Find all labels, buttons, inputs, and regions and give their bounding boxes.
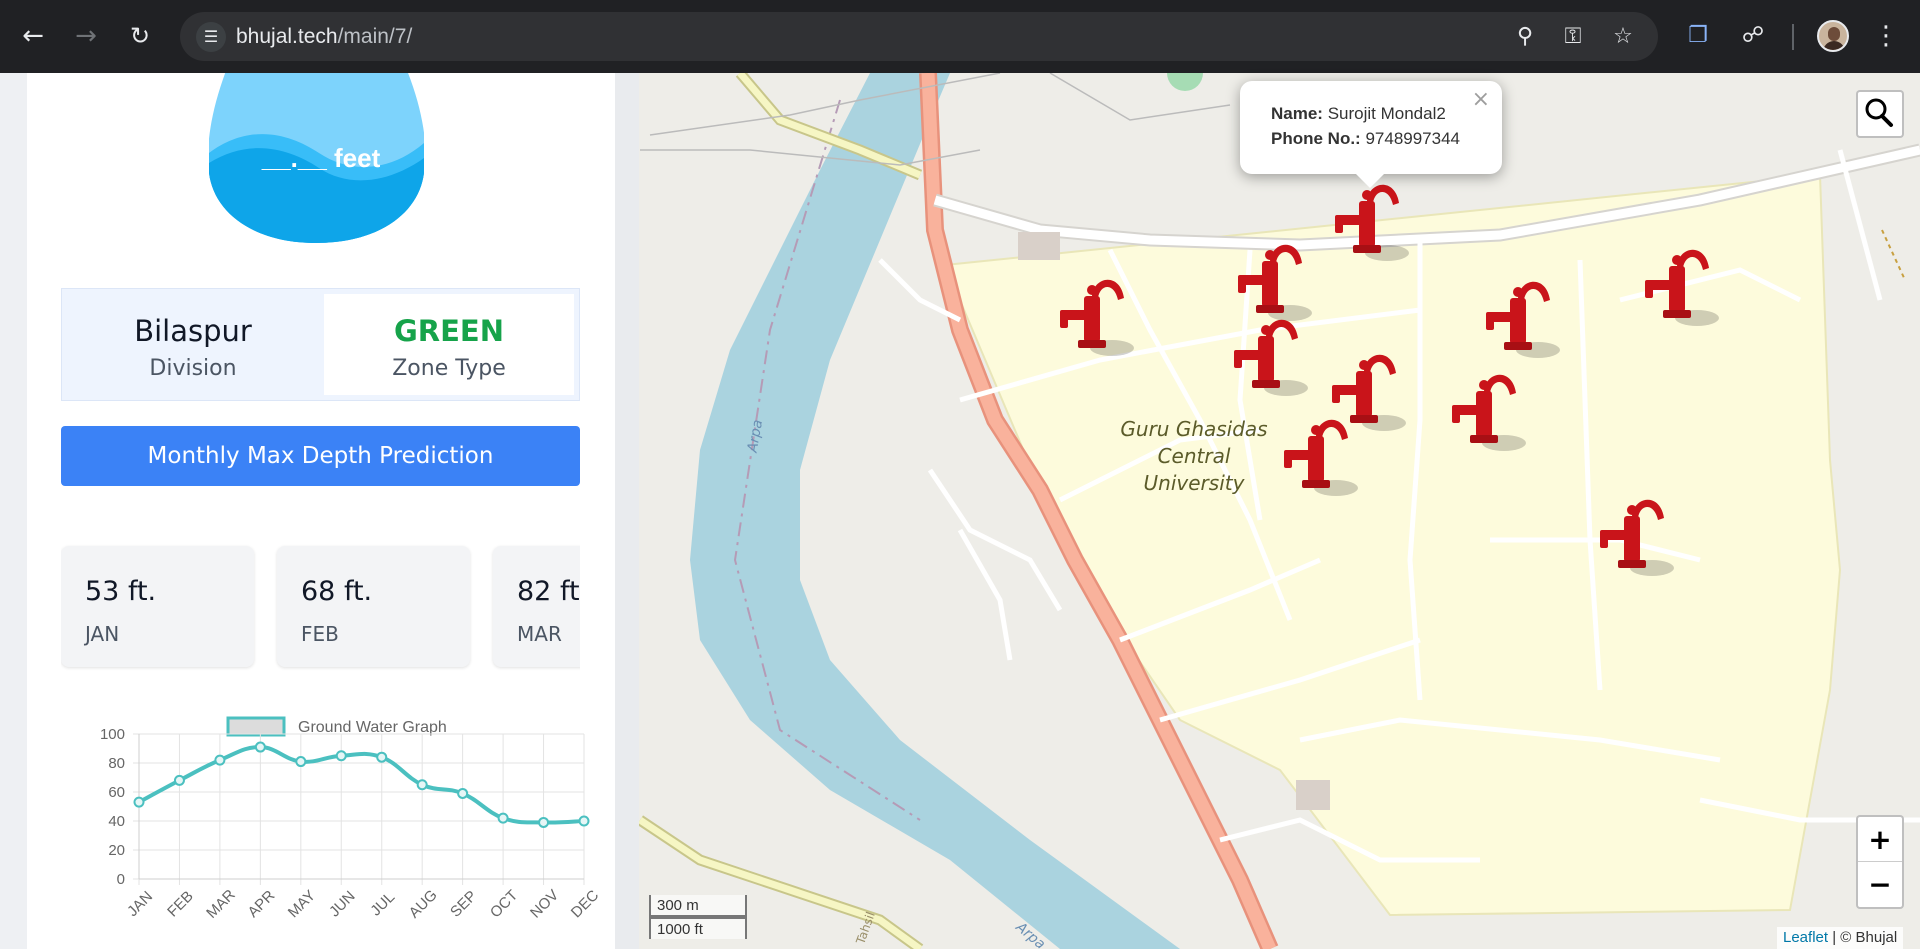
puzzle-extension-icon[interactable]: ☍ [1737,20,1769,52]
month-card: 53 ft. JAN [61,546,254,667]
forward-icon[interactable]: → [68,18,104,54]
data-point [173,774,185,786]
hand-pump-marker-icon[interactable] [1284,419,1358,496]
month-card-label: JAN [85,622,120,646]
browser-toolbar: ← → ↻ ☰ bhujal.tech/main/7/ ⚲ ⚿ ☆ ❐ ☍ ⋮ [0,0,1920,73]
data-point [497,812,509,824]
page-margin [0,73,27,949]
x-tick-label: JUN [326,888,359,921]
panel-divider [615,73,639,949]
data-point [457,787,469,799]
x-tick-label: JUL [367,889,398,920]
scale-imperial: 1000 ft [649,917,747,939]
scale-metric: 300 m [649,895,747,917]
leaflet-link[interactable]: Leaflet [1783,929,1828,946]
x-tick-label: JAN [124,888,156,920]
location-pin-icon[interactable]: ⚲ [1510,22,1540,52]
browser-menu-icon[interactable]: ⋮ [1870,20,1902,52]
hand-pump-marker-icon[interactable] [1332,354,1406,431]
popup-tip [1354,172,1386,188]
data-point [214,754,226,766]
marker-popup: Name: Surojit Mondal2 Phone No.: 9748997… [1240,81,1502,174]
x-tick-label: SEP [447,887,480,920]
data-point [578,815,590,827]
popup-name-row: Name: Surojit Mondal2 [1271,104,1446,123]
toolbar-divider [1792,24,1794,50]
data-point [133,796,145,808]
y-tick-label: 100 [100,726,125,743]
password-key-icon[interactable]: ⚿ [1558,22,1588,52]
x-tick-label: DEC [568,887,603,922]
month-card-value: 53 ft. [85,576,157,607]
url-text[interactable]: bhujal.tech/main/7/ [236,25,412,49]
x-tick-label: MAR [203,886,239,922]
profile-avatar[interactable] [1817,20,1849,52]
month-card: 68 ft. FEB [277,546,470,667]
legend-swatch [226,716,286,737]
zoom-control: + − [1856,815,1904,909]
hand-pump-marker-icon[interactable] [1234,319,1308,396]
y-tick-label: 0 [117,871,125,888]
popup-close-button[interactable]: × [1472,87,1490,112]
map-scale: 300 m 1000 ft [649,895,747,939]
data-point [295,756,307,768]
pump-markers [1060,184,1719,576]
month-card-value: 68 ft. [301,576,373,607]
clipboard-extension-icon[interactable]: ❐ [1682,20,1714,52]
month-card-label: MAR [517,622,562,646]
x-tick-label: FEB [164,888,197,921]
legend-label: Ground Water Graph [298,719,447,736]
data-point [538,816,550,828]
data-point [376,751,388,763]
map-view[interactable]: Guru Ghasidas Central University Arpa Ar… [639,73,1920,949]
month-card: 82 ft. MAR [493,546,580,667]
reload-icon[interactable]: ↻ [122,18,158,54]
month-card-label: FEB [301,622,339,646]
hand-pump-marker-icon[interactable] [1452,374,1526,451]
data-point [254,741,266,753]
y-tick-label: 20 [108,842,125,859]
search-icon [1865,98,1893,127]
x-tick-label: APR [245,887,279,921]
x-tick-label: MAY [285,887,319,921]
map-search-button[interactable] [1856,90,1904,138]
site-info-icon[interactable]: ☰ [196,22,226,52]
map-attribution: Leaflet | © Bhujal [1777,927,1904,949]
x-tick-label: NOV [527,887,562,922]
popup-phone-row: Phone No.: 9748997344 [1271,129,1460,148]
zoom-out-button[interactable]: − [1858,862,1902,907]
y-tick-label: 40 [108,813,125,830]
y-tick-label: 80 [108,755,125,772]
attribution-text: | © Bhujal [1828,929,1898,946]
hand-pump-marker-icon[interactable] [1335,184,1409,261]
zoom-in-button[interactable]: + [1858,817,1902,862]
hand-pump-marker-icon[interactable] [1060,279,1134,356]
address-bar[interactable]: ☰ bhujal.tech/main/7/ ⚲ ⚿ ☆ [180,12,1658,61]
series-line [138,745,585,825]
data-point [335,750,347,762]
x-tick-label: AUG [406,887,441,922]
data-point [416,779,428,791]
y-tick-label: 60 [108,784,125,801]
month-card-value: 82 ft. [517,576,580,607]
hand-pump-marker-icon[interactable] [1600,499,1674,576]
ground-water-chart: Ground Water Graph020406080100JAN FEB MAR A… [100,716,603,922]
info-panel: __.__ feet Bilaspur Division GREEN Zone … [27,73,615,949]
bookmark-star-icon[interactable]: ☆ [1608,22,1638,52]
hand-pump-marker-icon[interactable] [1486,281,1560,358]
x-tick-label: OCT [487,887,521,921]
hand-pump-marker-icon[interactable] [1238,244,1312,321]
hand-pump-marker-icon[interactable] [1645,249,1719,326]
back-icon[interactable]: ← [15,18,51,54]
